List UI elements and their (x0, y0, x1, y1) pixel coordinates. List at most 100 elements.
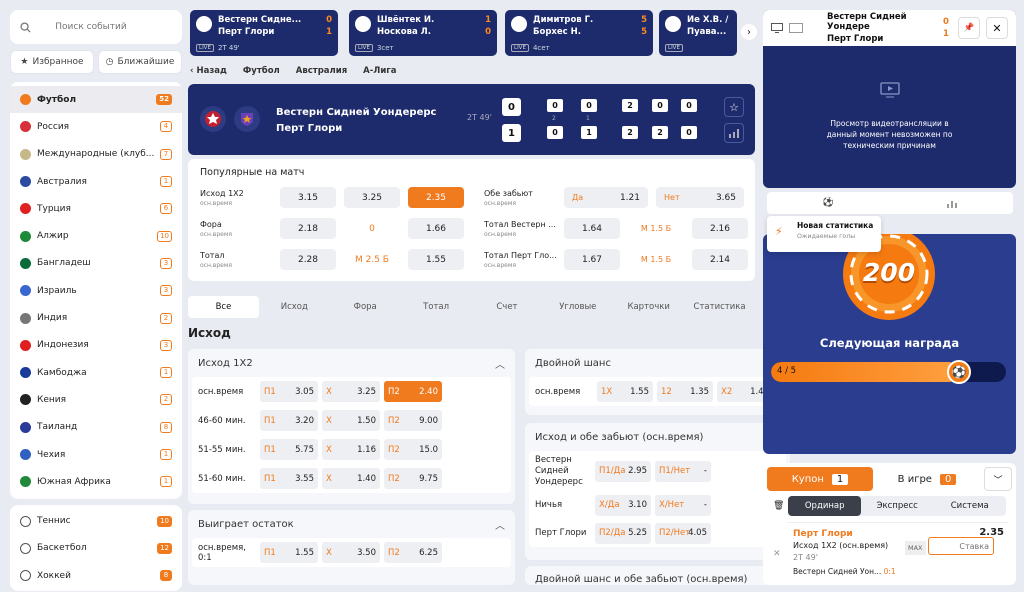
odd-button[interactable]: 3.15 (280, 187, 336, 208)
tab[interactable]: Счет (472, 296, 543, 318)
trash-icon[interactable]: 🗑 (773, 501, 784, 511)
sidebar-item[interactable]: Бангладеш 3 (10, 250, 182, 277)
coupon-type-tab[interactable]: Экспресс (861, 496, 934, 516)
collapse-chevron-icon[interactable]: ︿ (495, 517, 505, 532)
sidebar-item[interactable]: Теннис 10 (10, 507, 182, 534)
odd-button[interactable]: Х 1.40 (322, 468, 380, 489)
odd-button[interactable]: 1.55 (408, 249, 464, 270)
crumb-country[interactable]: Австралия (296, 66, 347, 76)
top-match-card[interactable]: Вестерн Сидне... 0 Перт Глори 1 LIVE 2Т 49' (190, 10, 338, 56)
odd-button[interactable]: 2.14 (692, 249, 748, 270)
odd-button[interactable]: 0 (344, 218, 400, 239)
odd-button[interactable]: Х/Нет - (655, 494, 711, 516)
odd-button[interactable]: 2.18 (280, 218, 336, 239)
search-box[interactable] (10, 10, 182, 44)
coupon-tab[interactable]: Купон 1 (767, 467, 873, 491)
odd-button[interactable]: 1Х 1.55 (597, 381, 653, 402)
odd-button[interactable]: 1.64 (564, 218, 620, 239)
in-game-tab[interactable]: В игре 0 (877, 467, 977, 491)
odd-button[interactable]: Да 1.21 (564, 187, 648, 208)
scoreboard-icon[interactable] (789, 23, 803, 33)
top-match-card[interactable]: Димитров Г. 5 Борхес Н. 5 LIVE 4сет (505, 10, 653, 56)
stake-input[interactable] (928, 537, 994, 555)
odd-button[interactable]: 2.16 (692, 218, 748, 239)
sidebar-item[interactable]: Международные (клуб... 7 (10, 141, 182, 168)
favorites-button[interactable]: ★ Избранное (10, 50, 94, 74)
period-score: 2 (652, 126, 668, 139)
sidebar-item[interactable]: Алжир 10 (10, 222, 182, 249)
odd-button[interactable]: П2 6.25 (384, 542, 442, 563)
sidebar-item[interactable]: Таиланд 8 (10, 414, 182, 441)
tab[interactable]: Карточки (613, 296, 684, 318)
close-icon[interactable]: ✕ (986, 17, 1008, 39)
odd-button[interactable]: Нет 3.65 (656, 187, 744, 208)
odd-button[interactable]: П2/Нет 4.05 (655, 522, 711, 544)
sidebar-item[interactable]: Баскетбол 12 (10, 535, 182, 562)
odd-button[interactable]: Х 1.50 (322, 410, 380, 431)
odd-button[interactable]: 2.35 (408, 187, 464, 208)
sidebar-item[interactable]: Чехия 1 (10, 441, 182, 468)
odd-button[interactable]: П1/Да 2.95 (595, 460, 651, 482)
crumb-league[interactable]: А-Лига (363, 66, 396, 76)
chevron-down-icon[interactable]: ﹀ (984, 467, 1012, 491)
sidebar-item[interactable]: Австралия 1 (10, 168, 182, 195)
stats-chart-icon[interactable] (724, 123, 744, 143)
favorite-star-icon[interactable]: ☆ (724, 97, 744, 117)
sidebar-item[interactable]: Южная Африка 1 (10, 468, 182, 495)
tab[interactable]: Тотал (401, 296, 472, 318)
odd-button[interactable]: Х 3.25 (322, 381, 380, 402)
crumb-sport[interactable]: Футбол (243, 66, 280, 76)
odd-button[interactable]: П2 2.40 (384, 381, 442, 402)
odd-button[interactable]: 1.67 (564, 249, 620, 270)
odd-button[interactable]: Х 1.16 (322, 439, 380, 460)
odd-button[interactable]: П2 15.0 (384, 439, 442, 460)
tab[interactable]: Угловые (542, 296, 613, 318)
odd-button[interactable]: П1 3.55 (260, 468, 318, 489)
coupon-type-tab[interactable]: Система (933, 496, 1006, 516)
tab[interactable]: Статистика (684, 296, 755, 318)
odd-button[interactable]: 2.28 (280, 249, 336, 270)
sidebar-item[interactable]: Израиль 3 (10, 277, 182, 304)
sidebar-item[interactable]: Турция 6 (10, 195, 182, 222)
sidebar-item[interactable]: Индонезия 3 (10, 332, 182, 359)
odd-button[interactable]: П2 9.00 (384, 410, 442, 431)
pin-icon[interactable]: 📌 (958, 17, 980, 39)
back-link[interactable]: ‹ Назад (190, 66, 227, 76)
odd-button[interactable]: Х/Да 3.10 (595, 494, 651, 516)
new-stat-notification[interactable]: ⚡ Новая статистика Ожидаемые голы (767, 216, 881, 252)
sidebar-item[interactable]: Кения 2 (10, 386, 182, 413)
sidebar-item[interactable]: Россия 4 (10, 113, 182, 140)
coupon-type-tab[interactable]: Ординар (788, 496, 861, 516)
top-match-card[interactable]: Ие Х.В. / ЛПуава...LIVE (659, 10, 737, 56)
collapse-chevron-icon[interactable]: ︿ (495, 356, 505, 371)
odd-button[interactable]: П1/Нет - (655, 460, 711, 482)
odd-button[interactable]: 12 1.35 (657, 381, 713, 402)
odd-button[interactable]: 1.66 (408, 218, 464, 239)
upcoming-button[interactable]: ◷ Ближайшие (98, 50, 182, 74)
next-arrow-icon[interactable]: › (741, 24, 757, 40)
remove-bet-icon[interactable]: ✕ (773, 549, 781, 559)
sidebar-item[interactable]: Футбол 52 (10, 86, 182, 114)
monitor-icon[interactable] (771, 23, 783, 33)
field-icon[interactable]: ⚽ (767, 192, 890, 214)
tab[interactable]: Все (188, 296, 259, 318)
odd-button[interactable]: М 2.5 Б (344, 249, 400, 270)
odd-button[interactable]: П1 3.05 (260, 381, 318, 402)
odd-button[interactable]: П1 3.20 (260, 410, 318, 431)
odd-button[interactable]: П1 1.55 (260, 542, 318, 563)
reward-promo[interactable]: 200 Следующая награда 4 / 5 ⚽ (763, 234, 1016, 454)
search-input[interactable] (31, 22, 151, 32)
sidebar-item[interactable]: Индия 2 (10, 304, 182, 331)
tab[interactable]: Исход (259, 296, 330, 318)
odd-button[interactable]: П2 9.75 (384, 468, 442, 489)
sidebar-item[interactable]: Хоккей 8 (10, 562, 182, 589)
max-button[interactable]: MAX (905, 541, 926, 555)
odd-button[interactable]: П2/Да 5.25 (595, 522, 651, 544)
odd-button[interactable]: П1 5.75 (260, 439, 318, 460)
tab[interactable]: Фора (330, 296, 401, 318)
odd-button[interactable]: Х 3.50 (322, 542, 380, 563)
sidebar-item[interactable]: Камбоджа 1 (10, 359, 182, 386)
bar-chart-icon[interactable] (890, 192, 1013, 214)
odd-button[interactable]: 3.25 (344, 187, 400, 208)
top-match-card[interactable]: Швёнтек И. 1 Носкова Л. 0 LIVE 3сет (349, 10, 497, 56)
